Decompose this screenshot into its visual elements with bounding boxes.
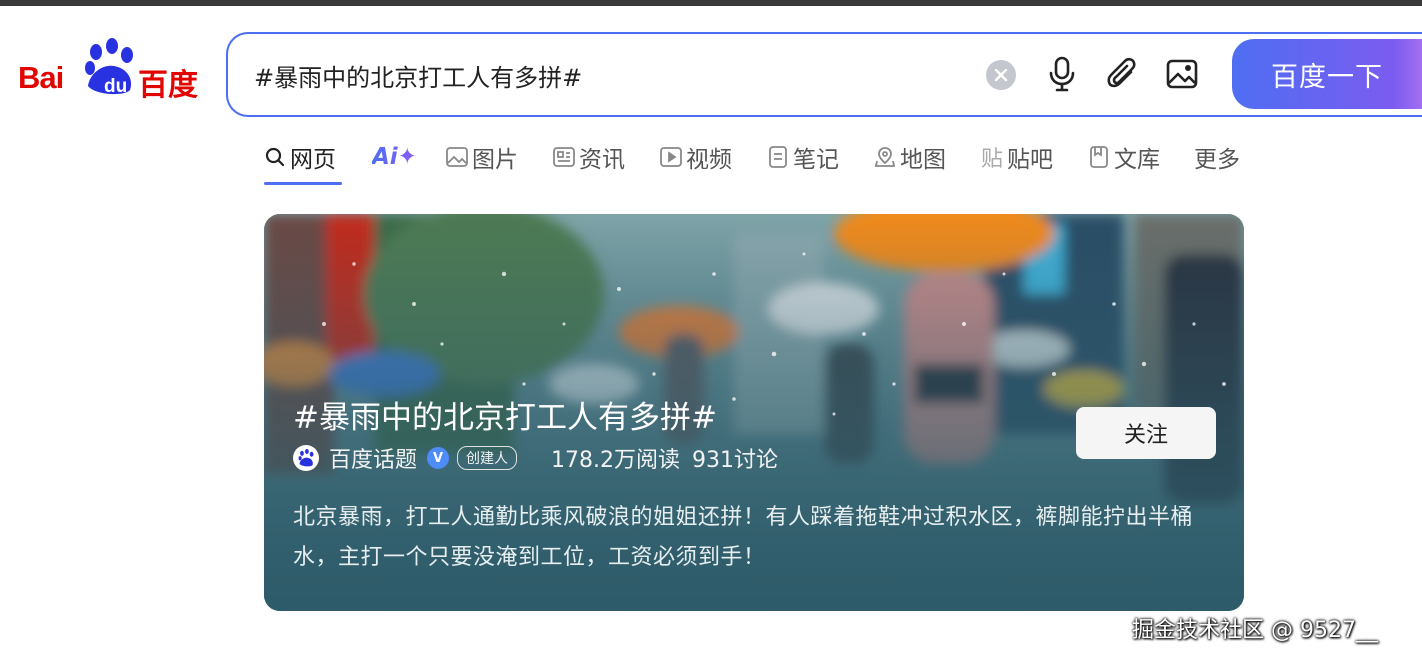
verified-icon: V bbox=[427, 447, 450, 469]
tab-label: 贴吧 bbox=[1007, 147, 1053, 173]
image-search-icon[interactable] bbox=[1164, 56, 1200, 92]
tab-video[interactable]: 视频 bbox=[660, 140, 732, 174]
tab-map[interactable]: 地图 bbox=[874, 140, 946, 174]
topic-title[interactable]: #暴雨中的北京打工人有多拼# bbox=[293, 392, 717, 437]
topic-card[interactable]: #暴雨中的北京打工人有多拼# 百度话题 V 创建人 178.2万阅读 931讨论… bbox=[264, 214, 1244, 611]
tab-news[interactable]: 资讯 bbox=[553, 140, 625, 174]
tab-label: 资讯 bbox=[579, 147, 625, 173]
tab-label: 文库 bbox=[1114, 147, 1160, 173]
ai-sparkle-icon: Ai✦ bbox=[372, 144, 417, 170]
logo-text-bai: Bai bbox=[18, 60, 64, 95]
tab-web[interactable]: 网页 bbox=[264, 140, 336, 174]
watermark: 掘金技术社区 @ 9527__ bbox=[1132, 618, 1378, 643]
active-tab-indicator bbox=[264, 182, 342, 185]
baidu-logo[interactable]: Bai du 百度 bbox=[18, 38, 198, 103]
video-icon bbox=[660, 146, 682, 168]
follow-button[interactable]: 关注 bbox=[1076, 407, 1216, 459]
note-icon bbox=[767, 146, 789, 168]
attachment-icon[interactable] bbox=[1104, 54, 1140, 94]
tab-images[interactable]: 图片 bbox=[446, 140, 518, 174]
avatar[interactable] bbox=[293, 445, 319, 471]
tab-wenku[interactable]: 文库 bbox=[1088, 140, 1160, 174]
clear-icon[interactable] bbox=[986, 60, 1016, 90]
search-tabs: 网页 Ai✦ 图片 资讯 视频 笔记 地图 贴 贴吧 文库 更多 bbox=[264, 140, 1264, 188]
window-top-bar bbox=[0, 0, 1422, 6]
document-icon bbox=[1088, 146, 1110, 168]
search-input[interactable]: #暴雨中的北京打工人有多拼# bbox=[254, 58, 582, 93]
news-icon bbox=[553, 146, 575, 168]
tab-label: 地图 bbox=[900, 147, 946, 173]
tab-label: 笔记 bbox=[793, 147, 839, 173]
tab-ai[interactable]: Ai✦ bbox=[372, 140, 417, 174]
tab-tieba[interactable]: 贴 贴吧 bbox=[981, 140, 1053, 174]
tab-label: 网页 bbox=[290, 147, 336, 173]
tab-label: 图片 bbox=[472, 147, 518, 173]
topic-description: 北京暴雨，打工人通勤比乘风破浪的姐姐还拼！有人踩着拖鞋冲过积水区，裤脚能拧出半桶… bbox=[293, 505, 1194, 570]
tab-more[interactable]: 更多 bbox=[1194, 140, 1240, 174]
tab-notes[interactable]: 笔记 bbox=[767, 140, 839, 174]
creator-badge: 创建人 bbox=[457, 446, 518, 470]
tieba-icon: 贴 bbox=[981, 147, 1004, 172]
tab-label: 视频 bbox=[686, 147, 732, 173]
search-button[interactable]: 百度一下 bbox=[1232, 39, 1422, 109]
image-icon bbox=[446, 146, 468, 168]
logo-text-baidu-cn: 百度 bbox=[138, 68, 198, 103]
microphone-icon[interactable] bbox=[1044, 54, 1080, 94]
logo-text-du: du bbox=[104, 76, 128, 97]
map-pin-icon bbox=[874, 146, 896, 168]
read-count: 178.2万阅读 bbox=[551, 448, 680, 473]
source-name[interactable]: 百度话题 bbox=[329, 442, 417, 474]
topic-meta: 百度话题 V 创建人 178.2万阅读 931讨论 bbox=[293, 442, 778, 474]
tab-label: 更多 bbox=[1194, 147, 1240, 173]
search-icon bbox=[264, 146, 286, 168]
discussion-count: 931讨论 bbox=[692, 448, 778, 473]
